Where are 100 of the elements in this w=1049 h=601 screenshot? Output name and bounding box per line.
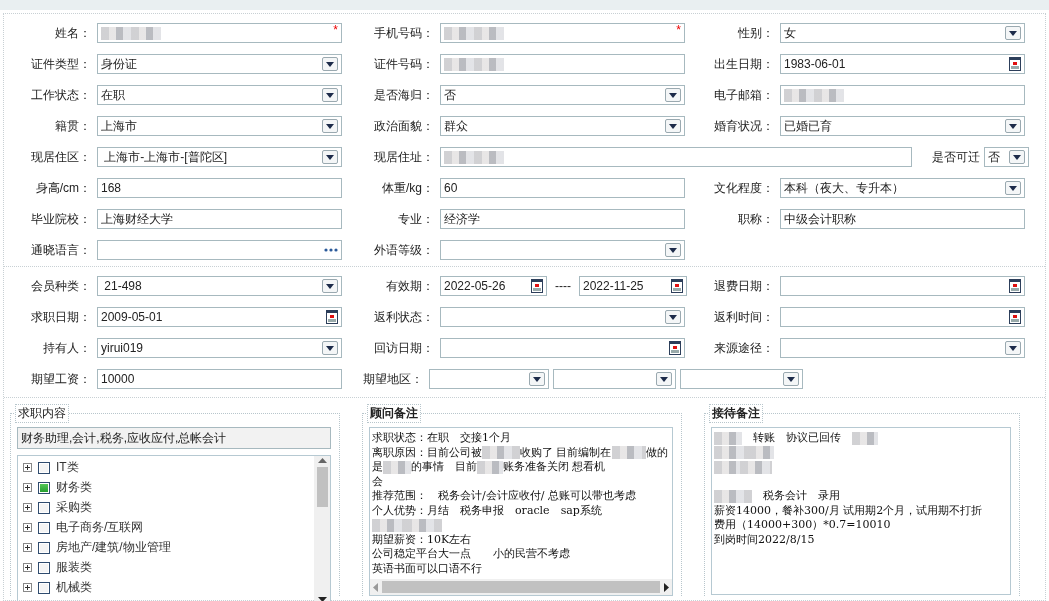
select-field[interactable] [553,369,676,389]
tree-item[interactable]: 采购类 [56,499,92,516]
checkbox[interactable] [38,561,50,574]
tree-item[interactable]: 财务类 [56,479,92,496]
tree-item[interactable]: 服装类 [56,559,92,576]
input-field[interactable]: 中级会计职称 [780,209,1025,229]
input-field[interactable] [440,147,912,167]
select-field[interactable] [440,240,685,260]
dropdown-button[interactable] [529,372,545,386]
calendar-icon[interactable] [669,341,681,355]
input-field[interactable]: * [440,23,685,43]
notes-field[interactable]: 转账 协议已回传 税务会计 录用 薪资14000，餐补300/月 试用期2个月，试用期不打折 费用（14000+300）*0.7=10010 到岗时间2022/8/15 [711,427,1011,595]
down-arrow-icon[interactable] [317,597,327,601]
dropdown-button[interactable] [322,57,338,71]
calendar-icon[interactable] [531,279,543,293]
calendar-icon[interactable] [1009,57,1021,71]
checkbox[interactable] [38,541,50,554]
scrollbar[interactable] [314,456,330,601]
calendar-icon[interactable] [1009,310,1021,324]
blurred-text [740,460,772,474]
tree-item[interactable]: 房地产/建筑/物业管理 [56,539,171,556]
select-field[interactable]: 否 [984,147,1029,167]
dropdown-button[interactable] [322,119,338,133]
select-field[interactable]: 已婚已育 [780,116,1025,136]
select-field[interactable] [680,369,803,389]
checkbox[interactable] [38,581,50,594]
dropdown-button[interactable] [665,243,681,257]
dropdown-button[interactable] [322,279,338,293]
input-field[interactable] [440,54,685,74]
input-field[interactable]: * [97,23,342,43]
up-arrow-icon[interactable] [317,458,327,463]
caret-icon [326,92,334,98]
tree-item[interactable]: 电子商务/互联网 [56,519,144,536]
lookup-field[interactable] [97,240,342,260]
dropdown-button[interactable] [656,372,672,386]
select-field[interactable]: 本科（夜大、专升本） [780,178,1025,198]
notes-field[interactable]: 求职状态：在职 交接1个月 离职原因：目前公司被 收购了 目前编制在 做的 是 的事情 目前 账务准备关闭 想看机 会 推荐范围： 税务会计/会计应收付/ 总账可以带也考虑 个人优势：月结 税务申报 oracle sap系统 期望薪资：10K左右 公司稳定平台大一点 小的民营不考虑 英语书面可以口语不行 [369,427,673,596]
expand-icon[interactable] [23,503,32,512]
select-field[interactable]: 21-498 [97,276,342,296]
dropdown-button[interactable] [1005,26,1021,40]
blurred-text [748,446,774,459]
select-field[interactable]: 否 [440,85,685,105]
caret-icon [326,123,334,129]
select-field[interactable] [429,369,549,389]
checkbox[interactable] [38,481,50,494]
select-field[interactable]: 上海市 [97,116,342,136]
dropdown-button[interactable] [665,119,681,133]
expand-icon[interactable] [23,463,32,472]
tree-item[interactable]: IT类 [56,459,79,476]
dropdown-button[interactable] [665,88,681,102]
select-field[interactable]: 群众 [440,116,685,136]
dropdown-button[interactable] [322,88,338,102]
dropdown-button[interactable] [1005,181,1021,195]
scrollbar[interactable] [370,579,672,595]
blurred-text [714,431,742,445]
date-field[interactable] [780,276,1025,296]
select-field[interactable]: 女 [780,23,1025,43]
input-field[interactable]: 10000 [97,369,342,389]
input-field[interactable]: 经济学 [440,209,685,229]
calendar-icon[interactable] [671,279,683,293]
expand-icon[interactable] [23,483,32,492]
dropdown-button[interactable] [783,372,799,386]
expand-icon[interactable] [23,583,32,592]
expand-icon[interactable] [23,543,32,552]
dropdown-button[interactable] [1009,150,1025,164]
input-field[interactable]: 60 [440,178,685,198]
input-field[interactable]: 上海财经大学 [97,209,342,229]
select-field[interactable]: 在职 [97,85,342,105]
date-field[interactable]: 1983-06-01 [780,54,1025,74]
dropdown-button[interactable] [322,341,338,355]
dropdown-button[interactable] [1005,119,1021,133]
checkbox[interactable] [38,461,50,474]
select-field[interactable]: 身份证 [97,54,342,74]
more-icon[interactable] [324,248,338,252]
scrollbar-thumb[interactable] [316,467,328,507]
dropdown-button[interactable] [665,310,681,324]
date-field[interactable]: 2009-05-01 [97,307,342,327]
expand-icon[interactable] [23,523,32,532]
date-field[interactable] [440,338,685,358]
dropdown-button[interactable] [322,150,338,164]
expand-icon[interactable] [23,563,32,572]
select-field[interactable]: yirui019 [97,338,342,358]
scrollbar-thumb[interactable] [382,581,660,593]
input-field[interactable]: 168 [97,178,342,198]
checkbox[interactable] [38,521,50,534]
dropdown-button[interactable] [1005,341,1021,355]
panel-title: 接待备注 [709,404,763,423]
date-field[interactable] [780,307,1025,327]
checkbox[interactable] [38,501,50,514]
date-field[interactable]: 2022-11-25 [579,276,687,296]
select-field[interactable]: 上海市-上海市-[普陀区] [97,147,342,167]
date-field[interactable]: 2022-05-26 [440,276,547,296]
calendar-icon[interactable] [326,310,338,324]
input-field[interactable] [780,85,1025,105]
select-field[interactable] [780,338,1025,358]
tree-item[interactable]: 机械类 [56,579,92,596]
select-field[interactable] [440,307,685,327]
right-arrow-icon[interactable] [664,582,669,592]
note-text: 期望薪资：10K左右 [372,532,472,546]
calendar-icon[interactable] [1009,279,1021,293]
